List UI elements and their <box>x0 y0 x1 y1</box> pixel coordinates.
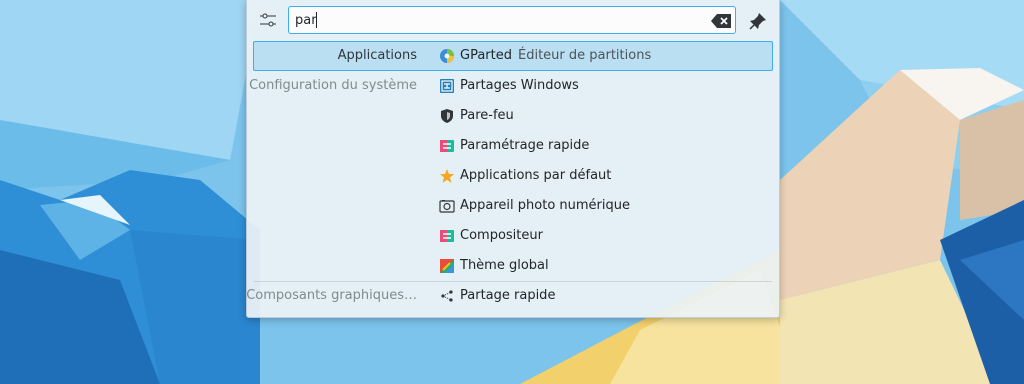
category-label: Applications <box>337 48 417 63</box>
quick-settings-icon <box>439 138 455 154</box>
result-row[interactable]: Configuration du système Partages Window… <box>249 71 774 101</box>
result-row[interactable]: Compositeur <box>252 221 774 251</box>
result-subtitle: Éditeur de partitions <box>518 48 652 63</box>
result-title: Thème global <box>460 258 549 273</box>
star-icon <box>439 168 455 184</box>
compositor-icon <box>439 228 455 244</box>
result-title: Pare-feu <box>460 108 514 123</box>
result-title: Partages Windows <box>460 78 579 93</box>
clear-text-icon <box>711 14 731 28</box>
pin-icon <box>749 13 766 30</box>
windows-shares-icon <box>439 78 455 94</box>
category-label: Composants graphiques… <box>246 288 417 303</box>
result-title: Appareil photo numérique <box>460 198 630 213</box>
configure-button[interactable] <box>257 9 279 31</box>
result-row[interactable]: Paramétrage rapide <box>252 131 774 161</box>
search-input[interactable] <box>295 9 695 31</box>
result-row[interactable]: Thème global <box>252 251 774 281</box>
search-field[interactable] <box>288 6 736 34</box>
result-row[interactable]: Applications par défaut <box>252 161 774 191</box>
gparted-icon <box>439 48 455 64</box>
result-title: Paramétrage rapide <box>460 138 590 153</box>
krunner-popup: Applications GParted Éditeur de partition… <box>246 0 780 318</box>
settings-sliders-icon <box>260 13 276 27</box>
category-label: Configuration du système <box>249 78 417 93</box>
firewall-shield-icon <box>439 108 455 124</box>
result-row[interactable]: Pare-feu <box>252 101 774 131</box>
result-title: Partage rapide <box>460 288 556 303</box>
text-caret <box>316 12 317 28</box>
result-title: Compositeur <box>460 228 543 243</box>
result-row[interactable]: Composants graphiques… Partage rapide <box>246 281 774 311</box>
clear-search-button[interactable] <box>711 13 731 28</box>
share-icon <box>439 288 455 304</box>
global-theme-icon <box>439 258 455 274</box>
results-list: Applications GParted Éditeur de partition… <box>246 41 774 311</box>
result-row[interactable]: Applications GParted Éditeur de partition… <box>252 41 774 71</box>
camera-icon <box>439 198 455 214</box>
result-row[interactable]: Appareil photo numérique <box>252 191 774 221</box>
result-title: GParted <box>460 48 512 63</box>
result-title: Applications par défaut <box>460 168 612 183</box>
pin-button[interactable] <box>747 10 769 32</box>
